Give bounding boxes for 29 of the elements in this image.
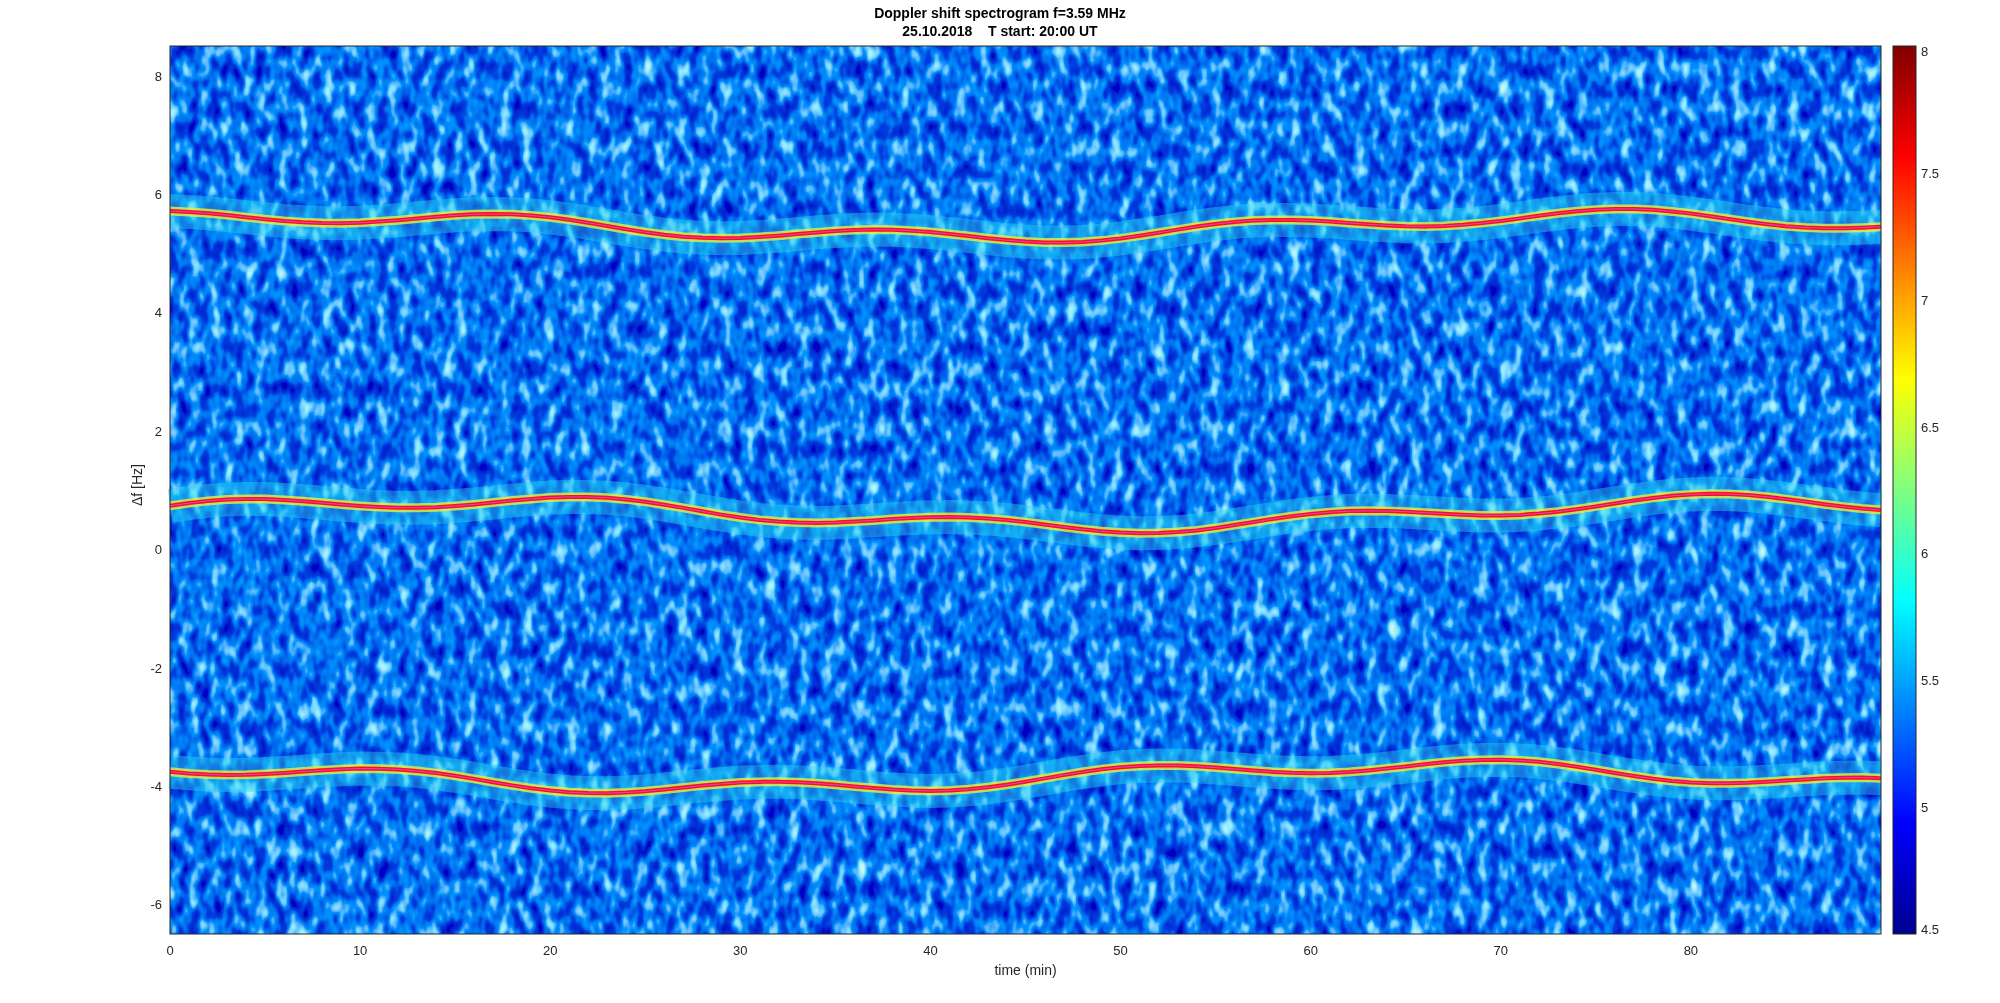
chart-title: Doppler shift spectrogram f=3.59 MHz [874,5,1126,21]
x-tick-label: 10 [352,943,368,958]
chart-subtitle: 25.10.2018 T start: 20:00 UT [902,23,1098,39]
y-tick-label: -4 [150,779,162,794]
y-tick-label: 6 [154,187,162,202]
y-axis-label: Δf [Hz] [129,464,145,506]
x-tick-label: 0 [166,943,174,958]
colorbar-tick-label: 8 [1921,44,1929,59]
colorbar-tick-label: 5.5 [1921,673,1940,689]
x-tick-label: 70 [1493,943,1508,958]
colorbar-tick-label: 7 [1921,292,1929,308]
y-tick-label: 4 [154,305,162,321]
colorbar-tick-label: 6.5 [1921,419,1940,435]
y-tick-label: 0 [154,542,162,558]
x-tick-label: 60 [1303,943,1318,958]
y-tick-label: 8 [154,68,162,84]
colorbar-tick-label: 4.5 [1921,922,1940,937]
x-tick-label: 20 [543,943,558,958]
x-tick-label: 50 [1113,943,1128,958]
colorbar-tick-label: 6 [1921,546,1929,562]
x-tick-label: 80 [1683,943,1699,958]
y-tick-label: -6 [150,897,162,913]
x-tick-label: 40 [923,943,938,958]
colorbar-tick-label: 7.5 [1921,165,1940,181]
x-tick-label: 30 [733,943,748,958]
x-axis-label: time (min) [994,962,1057,978]
colorbar-tick-label: 5 [1921,800,1929,816]
y-tick-label: -2 [150,660,162,676]
y-tick-label: 2 [154,423,162,439]
